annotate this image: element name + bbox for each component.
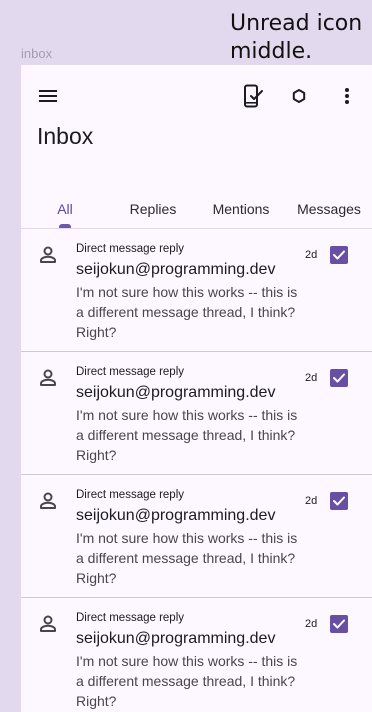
hamburger-menu-icon	[39, 90, 57, 102]
page-title: Inbox	[37, 123, 94, 149]
message-sender[interactable]: seijokun@programming.dev	[76, 384, 275, 402]
message-age: 2d	[305, 249, 318, 261]
hexagon-icon	[292, 89, 306, 103]
person-icon	[40, 246, 56, 263]
checkmark-icon	[333, 619, 345, 629]
annotation-text: Unread icon middle.	[230, 11, 363, 64]
menu-button[interactable]	[35, 83, 61, 109]
message-kind: Direct message reply	[76, 243, 185, 255]
message-body: I'm not sure how this works -- this is a…	[76, 653, 298, 709]
tab-replies[interactable]: Replies	[109, 189, 197, 229]
message-body: I'm not sure how this works -- this is a…	[76, 407, 298, 463]
person-icon	[40, 369, 56, 386]
mark-read-button[interactable]	[240, 83, 266, 109]
tab-bar: All Replies Mentions Messages	[21, 189, 372, 229]
person-icon	[40, 492, 56, 509]
message-sender[interactable]: seijokun@programming.dev	[76, 630, 275, 648]
list-item[interactable]: Direct message reply seijokun@programmin…	[21, 229, 372, 352]
read-checkbox[interactable]	[330, 246, 348, 264]
message-kind: Direct message reply	[76, 612, 185, 624]
app-screen: Inbox All Replies Mentions Messages Dire…	[21, 65, 372, 712]
message-body: I'm not sure how this works -- this is a…	[76, 284, 298, 340]
person-icon	[40, 615, 56, 632]
tab-all[interactable]: All	[21, 189, 109, 229]
top-app-bar	[21, 65, 372, 129]
filter-button[interactable]	[286, 83, 312, 109]
read-checkbox[interactable]	[330, 492, 348, 510]
message-body: I'm not sure how this works -- this is a…	[76, 530, 298, 586]
message-sender[interactable]: seijokun@programming.dev	[76, 507, 275, 525]
message-sender[interactable]: seijokun@programming.dev	[76, 261, 275, 279]
message-age: 2d	[305, 618, 318, 630]
read-checkbox[interactable]	[330, 369, 348, 387]
checkmark-icon	[333, 373, 345, 383]
checkmark-icon	[333, 250, 345, 260]
message-age: 2d	[305, 372, 318, 384]
more-options-button[interactable]	[334, 83, 360, 109]
list-item[interactable]: Direct message reply seijokun@programmin…	[21, 475, 372, 598]
message-age: 2d	[305, 495, 318, 507]
list-item[interactable]: Direct message reply seijokun@programmin…	[21, 352, 372, 475]
phone-check-icon	[244, 84, 263, 108]
list-item[interactable]: Direct message reply seijokun@programmin…	[21, 598, 372, 712]
more-vertical-icon	[345, 88, 349, 104]
tab-mentions[interactable]: Mentions	[197, 189, 285, 229]
read-checkbox[interactable]	[330, 615, 348, 633]
message-kind: Direct message reply	[76, 489, 185, 501]
screenshot-caption: inbox	[21, 46, 53, 61]
message-kind: Direct message reply	[76, 366, 185, 378]
tab-messages[interactable]: Messages	[285, 189, 372, 229]
checkmark-icon	[333, 496, 345, 506]
message-list: Direct message reply seijokun@programmin…	[21, 229, 372, 712]
